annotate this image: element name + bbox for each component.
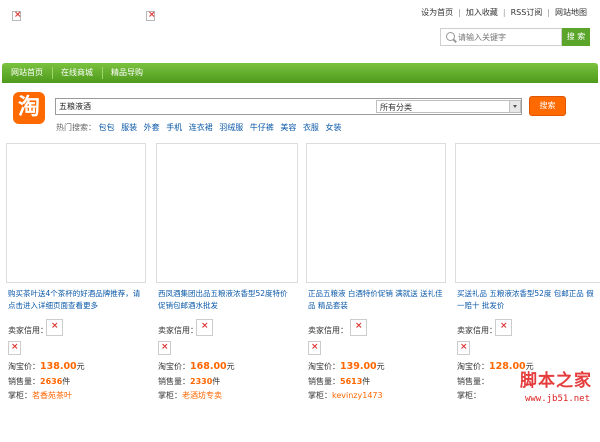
sold-label: 销售量： [158, 377, 190, 386]
thumb-broken-image [457, 341, 470, 355]
price-label: 淘宝价： [8, 362, 40, 371]
price-value: 168.00 [190, 361, 227, 372]
product-image[interactable] [156, 143, 298, 283]
hot-keyword[interactable]: 包包 [99, 123, 115, 132]
hot-keyword[interactable]: 美容 [280, 123, 296, 132]
product-image[interactable] [306, 143, 446, 283]
price-line: 淘宝价：138.00元 [8, 361, 85, 372]
seller-rank-broken-image [350, 319, 367, 336]
seller-credit-label: 卖家信用： [457, 326, 497, 335]
hot-keyword[interactable]: 羽绒服 [219, 123, 243, 132]
shopkeeper-line: 掌柜：茗香苑茶叶 [8, 390, 72, 401]
hot-searches: 热门搜索： 包包 服装 外套 手机 连衣裙 羽绒服 牛仔裤 美容 衣服 女装 [56, 122, 345, 133]
price-value: 139.00 [340, 361, 377, 372]
site-search-box [440, 28, 562, 46]
sold-value: 2636 [40, 377, 63, 386]
seller-credit-label: 卖家信用： [158, 326, 198, 335]
product-title[interactable]: 购买茶叶送4个茶杯的好酒品牌推荐，请点击进入详细页面查看更多 [8, 288, 144, 312]
seller-credit-label: 卖家信用： [308, 326, 348, 335]
search-icon [446, 32, 455, 41]
watermark-url: www.jb51.net [524, 394, 590, 404]
shopkeeper-name[interactable]: 老酒坊专卖 [182, 391, 222, 400]
sold-line: 销售量：5613件 [308, 376, 370, 387]
shopkeeper-name[interactable]: 茗香苑茶叶 [32, 391, 72, 400]
hot-keyword[interactable]: 牛仔裤 [250, 123, 274, 132]
hot-keyword[interactable]: 女装 [325, 123, 341, 132]
rss-link[interactable]: RSS订阅 [506, 7, 548, 18]
thumb-broken-image [308, 341, 321, 355]
shopkeeper-line: 掌柜： [457, 390, 481, 401]
shopkeeper-label: 掌柜： [457, 391, 481, 400]
product-card: 购买茶叶送4个茶杯的好酒品牌推荐，请点击进入详细页面查看更多 卖家信用： 淘宝价… [6, 143, 146, 442]
sold-line: 销售量：2636件 [8, 376, 70, 387]
taobao-search-button[interactable]: 搜索 [529, 96, 566, 116]
hot-keyword[interactable]: 衣服 [303, 123, 319, 132]
hot-searches-label: 热门搜索： [56, 123, 96, 132]
hot-keyword[interactable]: 服装 [121, 123, 137, 132]
sitemap-link[interactable]: 网站地图 [550, 7, 592, 18]
price-line: 淘宝价：139.00元 [308, 361, 385, 372]
hot-keyword[interactable]: 连衣裙 [189, 123, 213, 132]
taobao-logo: 淘 [13, 92, 45, 124]
sold-unit: 件 [362, 377, 371, 386]
nav-item-mall[interactable]: 在线商城 [52, 63, 102, 83]
site-search: 搜 索 [440, 28, 590, 46]
category-select-value: 所有分类 [380, 103, 412, 112]
site-search-input[interactable] [458, 31, 558, 43]
thumb-broken-image [158, 341, 171, 355]
taobao-search-bar: 所有分类 [55, 98, 522, 115]
add-favorite-link[interactable]: 加入收藏 [461, 7, 503, 18]
shopkeeper-label: 掌柜： [8, 391, 32, 400]
shopkeeper-label: 掌柜： [308, 391, 332, 400]
site-logo-broken-image [12, 10, 22, 21]
set-homepage-link[interactable]: 设为首页 [416, 7, 458, 18]
price-unit: 元 [76, 362, 85, 371]
nav-item-guide[interactable]: 精品导购 [102, 63, 152, 83]
shopkeeper-line: 掌柜：老酒坊专卖 [158, 390, 222, 401]
product-image[interactable] [455, 143, 600, 283]
thumb-broken-image [8, 341, 21, 355]
chevron-down-icon [509, 101, 520, 112]
price-value: 138.00 [40, 361, 77, 372]
sold-label: 销售量： [8, 377, 40, 386]
watermark-title: 脚本之家 [520, 371, 592, 391]
price-label: 淘宝价： [457, 362, 489, 371]
price-label: 淘宝价： [308, 362, 340, 371]
price-line: 淘宝价：168.00元 [158, 361, 235, 372]
price-label: 淘宝价： [158, 362, 190, 371]
main-nav: 网站首页 在线商城 精品导购 [2, 63, 598, 83]
sold-unit: 件 [212, 377, 221, 386]
shopkeeper-name[interactable]: kevinzy1473 [332, 391, 383, 400]
product-title[interactable]: 正品五粮液 白酒特价促销 满就送 送礼佳品 精品套装 [308, 288, 444, 312]
product-card: 西凤酒集团出品五粮液浓香型52度特价促销包邮酒水批发 卖家信用： 淘宝价：168… [156, 143, 298, 442]
seller-credit-label: 卖家信用： [8, 326, 48, 335]
taobao-search-input[interactable] [59, 101, 369, 112]
product-title[interactable]: 买送礼品 五粮液浓香型52度 包邮正品 假一赔十 批发价 [457, 288, 597, 312]
seller-rank-broken-image [46, 319, 63, 336]
price-unit: 元 [226, 362, 235, 371]
banner-broken-image [146, 10, 156, 21]
sold-label: 销售量： [457, 377, 489, 386]
sold-label: 销售量： [308, 377, 340, 386]
product-card: 正品五粮液 白酒特价促销 满就送 送礼佳品 精品套装 卖家信用： 淘宝价：139… [306, 143, 446, 442]
site-search-button[interactable]: 搜 索 [562, 28, 590, 46]
watermark: 脚本之家 www.jb51.net [488, 366, 598, 410]
sold-value: 2330 [190, 377, 213, 386]
product-title[interactable]: 西凤酒集团出品五粮液浓香型52度特价促销包邮酒水批发 [158, 288, 294, 312]
hot-keyword[interactable]: 外套 [144, 123, 160, 132]
sold-line: 销售量： [457, 376, 489, 387]
hot-keyword[interactable]: 手机 [166, 123, 182, 132]
product-image[interactable] [6, 143, 146, 283]
seller-rank-broken-image [495, 319, 512, 336]
shopkeeper-label: 掌柜： [158, 391, 182, 400]
seller-rank-broken-image [196, 319, 213, 336]
sold-line: 销售量：2330件 [158, 376, 220, 387]
price-unit: 元 [376, 362, 385, 371]
category-select[interactable]: 所有分类 [376, 100, 521, 113]
shopkeeper-line: 掌柜：kevinzy1473 [308, 390, 383, 401]
sold-value: 5613 [340, 377, 363, 386]
sold-unit: 件 [62, 377, 71, 386]
top-links: 设为首页 | 加入收藏 | RSS订阅 | 网站地图 [416, 7, 592, 18]
nav-item-home[interactable]: 网站首页 [2, 63, 52, 83]
